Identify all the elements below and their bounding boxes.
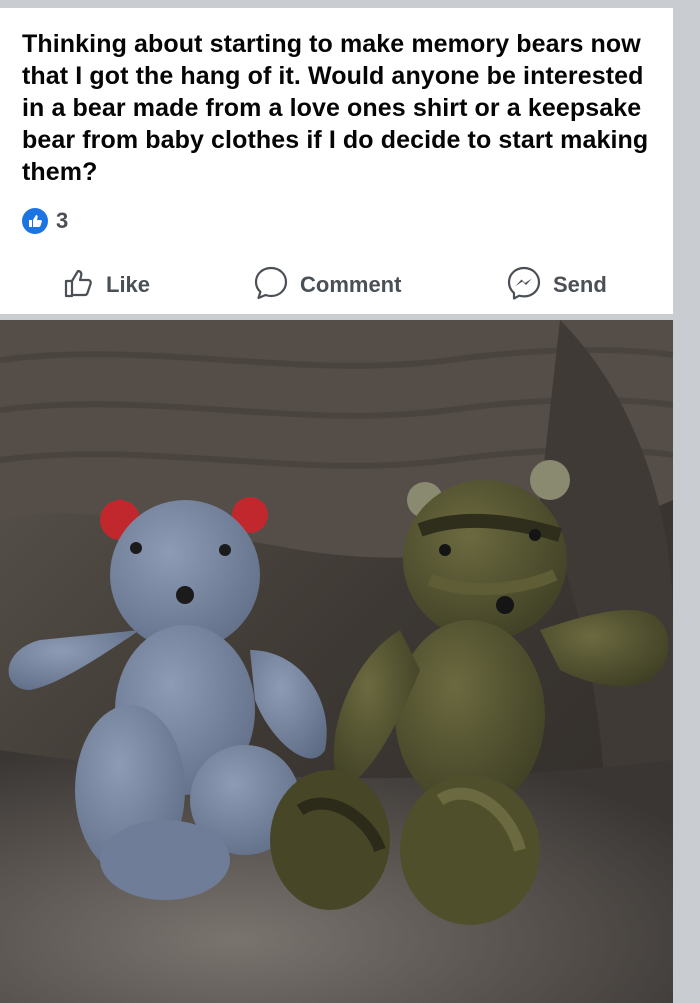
action-bar: Like Comment Send bbox=[0, 260, 673, 310]
comment-label: Comment bbox=[300, 272, 402, 297]
send-label: Send bbox=[553, 272, 607, 297]
thumbs-up-icon bbox=[22, 208, 48, 234]
like-icon bbox=[62, 266, 96, 305]
like-button[interactable]: Like bbox=[62, 260, 150, 310]
post-card: Thinking about starting to make memory b… bbox=[0, 8, 673, 314]
send-button[interactable]: Send bbox=[505, 260, 607, 310]
screen: Thinking about starting to make memory b… bbox=[0, 0, 700, 1003]
teddy-bears-image bbox=[0, 320, 673, 1003]
reaction-count: 3 bbox=[56, 208, 69, 233]
post-photo[interactable] bbox=[0, 320, 673, 1003]
like-label: Like bbox=[106, 272, 151, 297]
reaction-summary[interactable]: 3 bbox=[22, 208, 68, 234]
messenger-icon bbox=[505, 264, 543, 307]
comment-button[interactable]: Comment bbox=[252, 260, 401, 310]
comment-icon bbox=[252, 264, 290, 307]
scrollbar-track bbox=[673, 0, 700, 1003]
post-text: Thinking about starting to make memory b… bbox=[22, 30, 649, 186]
